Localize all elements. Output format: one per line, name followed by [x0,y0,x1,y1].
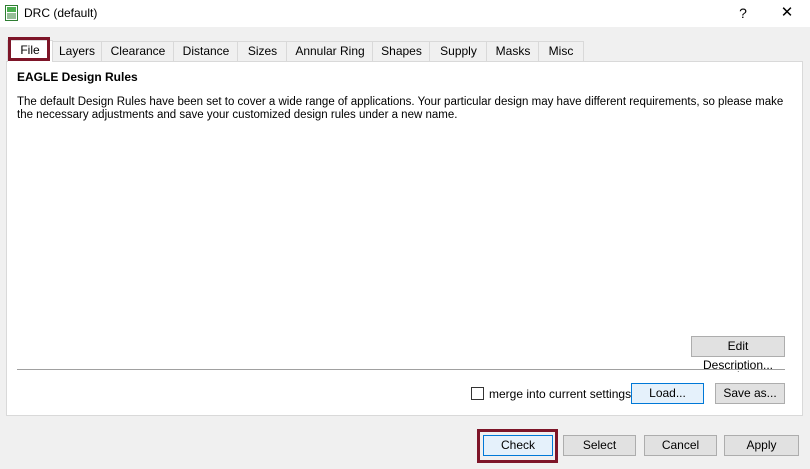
tab-misc[interactable]: Misc [538,41,584,61]
merge-label: merge into current settings [489,387,632,401]
help-button[interactable]: ? [733,3,753,23]
panel-description: The default Design Rules have been set t… [17,96,784,121]
title-bar: DRC (default) ? ✕ [0,0,810,27]
tab-supply[interactable]: Supply [429,41,488,61]
apply-button[interactable]: Apply [724,435,799,456]
edit-description-button[interactable]: Edit Description... [691,336,785,372]
tab-layers[interactable]: Layers [51,41,103,61]
tab-masks[interactable]: Masks [486,41,540,61]
merge-checkbox[interactable] [471,387,484,400]
app-icon [5,5,18,21]
tab-shapes[interactable]: Shapes [372,41,431,61]
check-button[interactable]: Check [483,435,553,456]
close-button[interactable]: ✕ [777,3,797,23]
tab-annular-ring[interactable]: Annular Ring [286,41,374,61]
panel-separator [17,369,785,371]
tab-clearance[interactable]: Clearance [101,41,175,61]
file-panel: EAGLE Design Rules The default Design Ru… [6,61,803,416]
tab-file[interactable]: File [7,40,53,62]
tab-distance[interactable]: Distance [173,41,239,61]
select-button[interactable]: Select [563,435,636,456]
window-title: DRC (default) [24,6,98,20]
panel-heading: EAGLE Design Rules [17,70,138,84]
load-button[interactable]: Load... [631,383,704,404]
tab-sizes[interactable]: Sizes [237,41,288,61]
save-as-button[interactable]: Save as... [715,383,785,404]
cancel-button[interactable]: Cancel [644,435,717,456]
